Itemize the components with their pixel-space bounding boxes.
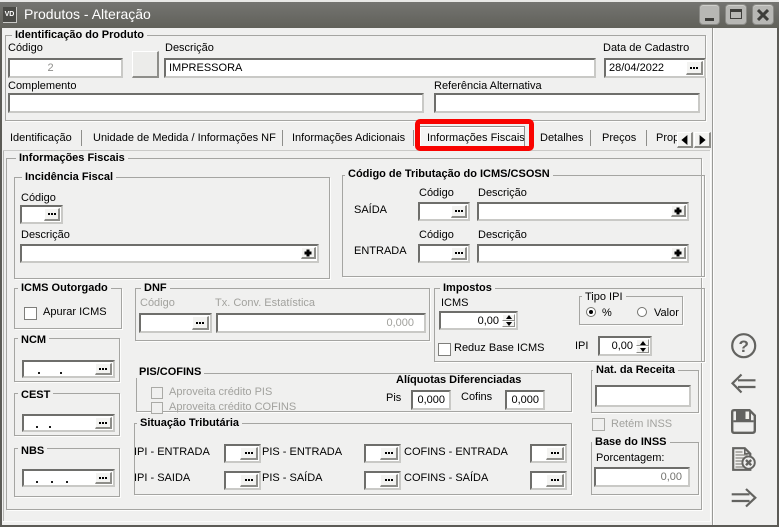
svg-text:?: ? [739,337,749,356]
